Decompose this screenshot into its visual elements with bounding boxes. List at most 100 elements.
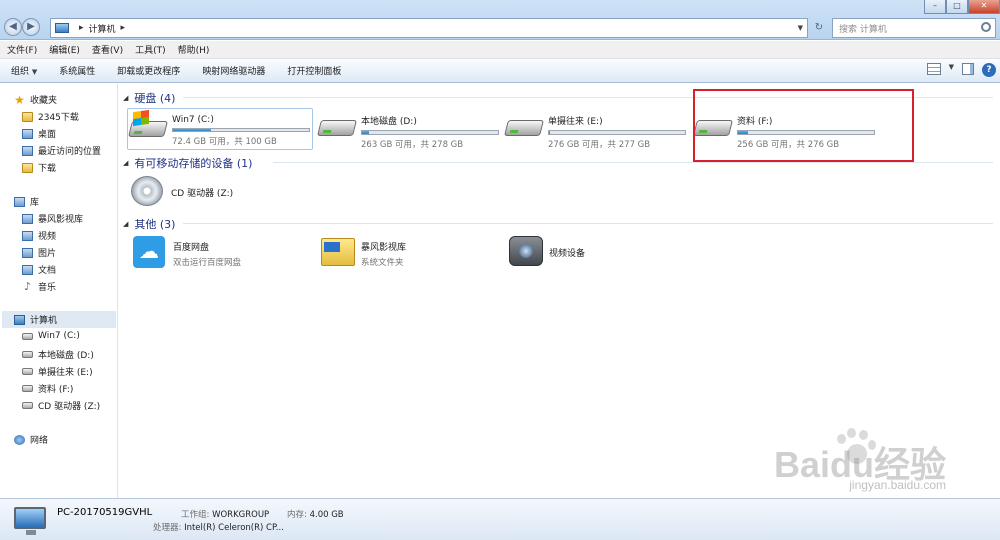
address-dropdown-icon[interactable]: ▼ — [798, 24, 803, 32]
nav-item-drive-d[interactable]: 本地磁盘 (D:) — [22, 348, 94, 361]
address-bar[interactable]: ▸ 计算机 ▸ ▼ — [50, 18, 808, 38]
hard-drive-icon — [317, 120, 357, 136]
document-library-icon — [22, 264, 33, 275]
open-control-panel-button[interactable]: 打开控制面板 — [276, 64, 352, 77]
desktop-icon — [22, 128, 33, 139]
drive-usage-bar — [172, 128, 310, 132]
nav-item-pictures[interactable]: 图片 — [22, 246, 56, 259]
menu-help[interactable]: 帮助(H) — [171, 43, 215, 56]
drive-info: Win7 (C:) 72.4 GB 可用，共 100 GB — [172, 111, 310, 147]
drive-icon — [22, 385, 33, 392]
drive-free-space: 263 GB 可用，共 278 GB — [361, 140, 464, 150]
hard-drive-icon-wrap — [317, 110, 357, 140]
maximize-button[interactable]: □ — [946, 0, 968, 14]
command-bar: 组织 ▼ 系统属性 卸载或更改程序 映射网络驱动器 打开控制面板 ▼ ? — [0, 59, 1000, 83]
system-properties-button[interactable]: 系统属性 — [48, 64, 106, 77]
nav-item-recent-places[interactable]: 最近访问的位置 — [22, 144, 101, 157]
pc-name: PC-20170519GVHL — [57, 507, 153, 518]
nav-item-label: 单摄往来 (E:) — [38, 368, 93, 378]
close-button[interactable]: ✕ — [968, 0, 1000, 14]
cd-drive-icon — [131, 176, 163, 206]
uninstall-program-button[interactable]: 卸载或更改程序 — [106, 64, 191, 77]
drive-name: 本地磁盘 (D:) — [361, 117, 417, 127]
change-view-icon[interactable] — [926, 63, 941, 75]
downloads-folder-icon — [22, 162, 33, 173]
nav-item-drive-f[interactable]: 资料 (F:) — [22, 382, 73, 395]
camera-icon — [509, 236, 543, 266]
nav-item-drive-c[interactable]: Win7 (C:) — [22, 331, 80, 341]
nav-item-videos[interactable]: 视频 — [22, 229, 56, 242]
breadcrumb-computer[interactable]: 计算机 — [89, 22, 116, 35]
watermark-brand: Bai — [773, 444, 830, 485]
search-icon — [981, 22, 991, 32]
nav-network[interactable]: 网络 — [14, 433, 48, 446]
nav-computer-label: 计算机 — [30, 316, 58, 326]
cd-drive-tile[interactable]: CD 驱动器 (Z:) — [129, 176, 315, 210]
nav-item-label: 视频 — [38, 232, 57, 242]
refresh-button[interactable]: ↻ — [810, 18, 828, 38]
cd-drive-info: CD 驱动器 (Z:) — [171, 176, 233, 210]
group-header-removable[interactable]: ◢ 有可移动存储的设备 (1) — [123, 155, 993, 171]
drive-usage-bar — [548, 130, 686, 135]
nav-item-music[interactable]: ♪ 音乐 — [22, 280, 57, 294]
nav-item-documents[interactable]: 文档 — [22, 263, 56, 276]
collapse-triangle-icon[interactable]: ◢ — [123, 220, 128, 228]
nav-libraries[interactable]: 库 — [14, 195, 39, 208]
drive-usage-bar — [361, 130, 499, 135]
nav-item-label: 文档 — [38, 266, 57, 276]
video-device-tile[interactable]: 视频设备 — [507, 236, 693, 272]
nav-item-label: 图片 — [38, 249, 57, 259]
nav-item-drive-e[interactable]: 单摄往来 (E:) — [22, 365, 93, 378]
baidu-netdisk-icon-wrap: ☁ — [131, 236, 169, 268]
forward-button[interactable]: ▶ — [22, 18, 40, 36]
collapse-triangle-icon[interactable]: ◢ — [123, 159, 128, 167]
baidu-netdisk-tile[interactable]: ☁ 百度网盘 双击运行百度网盘 — [131, 236, 317, 272]
picture-library-icon — [22, 247, 33, 258]
help-icon[interactable]: ? — [982, 63, 996, 77]
hard-drive-icon-wrap — [693, 110, 733, 140]
nav-computer[interactable]: 计算机 — [2, 311, 116, 328]
collapse-triangle-icon[interactable]: ◢ — [123, 94, 128, 102]
cd-drive-icon-wrap — [129, 176, 167, 206]
nav-item-cd-drive[interactable]: CD 驱动器 (Z:) — [22, 399, 100, 412]
drive-tile-d[interactable]: 本地磁盘 (D:) 263 GB 可用，共 278 GB — [317, 110, 505, 150]
nav-item-downloads[interactable]: 下载 — [22, 161, 56, 174]
folder-icon — [22, 111, 33, 122]
menu-view[interactable]: 查看(V) — [85, 43, 128, 56]
preview-pane-icon[interactable] — [962, 63, 974, 75]
nav-libraries-label: 库 — [30, 198, 40, 208]
menu-bar: 文件(F) 编辑(E) 查看(V) 工具(T) 帮助(H) — [0, 41, 1000, 59]
map-network-drive-button[interactable]: 映射网络驱动器 — [191, 64, 276, 77]
group-header-other[interactable]: ◢ 其他 (3) — [123, 216, 993, 232]
nav-item-label: 音乐 — [38, 283, 57, 293]
storm-library-tile[interactable]: 暴风影视库 系统文件夹 — [319, 236, 505, 272]
cpu-field: 处理器: Intel(R) Celeron(R) CP... — [153, 521, 284, 533]
menu-file[interactable]: 文件(F) — [0, 43, 42, 56]
menu-tools[interactable]: 工具(T) — [128, 43, 171, 56]
organize-button[interactable]: 组织 ▼ — [0, 64, 48, 77]
drive-tile-c[interactable]: Win7 (C:) 72.4 GB 可用，共 100 GB — [127, 108, 313, 150]
drive-name: 单摄往来 (E:) — [548, 117, 603, 127]
recent-places-icon — [22, 145, 33, 156]
drive-tile-f[interactable]: 资料 (F:) 256 GB 可用，共 276 GB — [693, 110, 881, 150]
window-controls: – □ ✕ — [924, 0, 1000, 14]
nav-item-storm-library[interactable]: 暴风影视库 — [22, 212, 83, 225]
back-button[interactable]: ◀ — [4, 18, 22, 36]
drive-tile-e[interactable]: 单摄往来 (E:) 276 GB 可用，共 277 GB — [504, 110, 692, 150]
menu-edit[interactable]: 编辑(E) — [42, 43, 85, 56]
windows-logo-icon — [133, 109, 149, 127]
nav-favorites[interactable]: ★ 收藏夹 — [14, 93, 58, 107]
details-pane: PC-20170519GVHL 工作组: WORKGROUP 内存: 4.00 … — [0, 498, 1000, 540]
view-dropdown-icon[interactable]: ▼ — [949, 63, 954, 77]
minimize-button[interactable]: – — [924, 0, 946, 14]
nav-item-label: 暴风影视库 — [38, 215, 84, 225]
nav-item-desktop[interactable]: 桌面 — [22, 127, 56, 140]
computer-monitor-icon — [14, 507, 46, 535]
nav-item-2345-download[interactable]: 2345下载 — [22, 110, 79, 123]
group-header-hard-disks[interactable]: ◢ 硬盘 (4) — [123, 90, 993, 106]
drive-usage-bar — [737, 130, 875, 135]
search-placeholder: 搜索 计算机 — [839, 24, 887, 35]
drive-info: 资料 (F:) 256 GB 可用，共 276 GB — [737, 110, 875, 150]
nav-favorites-label: 收藏夹 — [30, 96, 58, 106]
search-input[interactable]: 搜索 计算机 — [832, 18, 996, 38]
